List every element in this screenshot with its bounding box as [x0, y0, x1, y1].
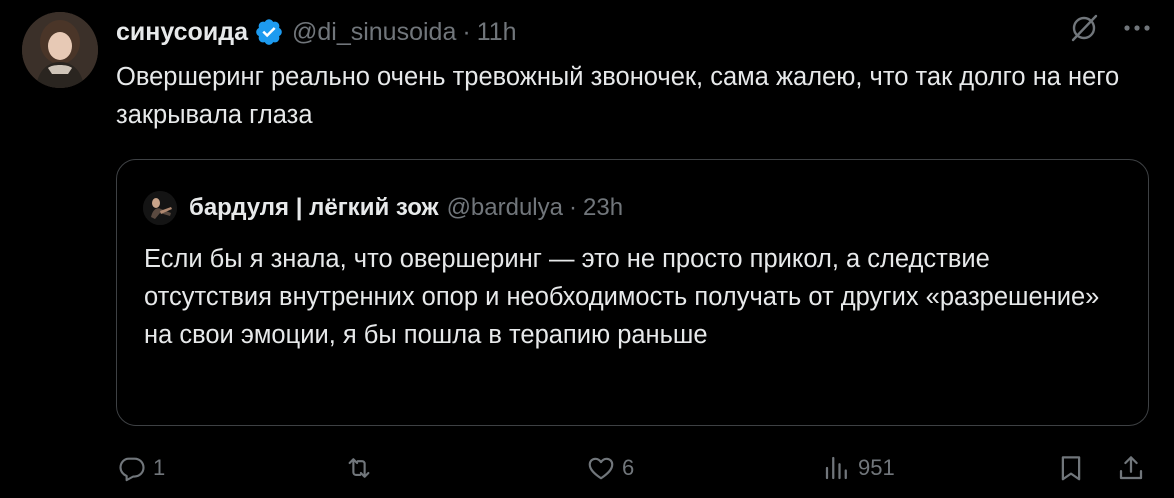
like-count: 6 [622, 455, 635, 480]
quoted-separator: · [569, 194, 577, 221]
reply-icon [117, 453, 147, 483]
author-avatar[interactable] [22, 12, 98, 88]
grok-icon[interactable] [1068, 12, 1100, 44]
views-chart-icon [822, 453, 852, 483]
header-actions [1068, 12, 1152, 44]
quoted-tweet[interactable]: бардуля | лёгкий зож @bardulya · 23h Есл… [116, 159, 1149, 426]
repost-button[interactable] [343, 448, 381, 488]
tweet-post[interactable]: синусоида @di_sinusoida · 11h Овершеринг [0, 0, 1174, 498]
verified-badge-icon[interactable] [254, 17, 284, 47]
quoted-header: бардуля | лёгкий зож @bardulya · 23h [143, 190, 623, 226]
bookmark-button[interactable] [1056, 448, 1086, 488]
repost-icon [343, 453, 375, 483]
views-count: 951 [858, 455, 895, 480]
author-display-name[interactable]: синусоида [116, 18, 248, 47]
views-button[interactable]: 951 [822, 448, 895, 488]
tweet-text: Овершеринг реально очень тревожный звоно… [116, 63, 1120, 129]
reply-count: 1 [153, 455, 166, 480]
heart-icon [586, 453, 616, 483]
action-bar: 1 6 951 [0, 448, 1174, 488]
more-dots-icon[interactable] [1122, 12, 1152, 44]
quoted-time[interactable]: 23h [583, 194, 623, 222]
reply-button[interactable]: 1 [117, 448, 165, 488]
post-time[interactable]: 11h [477, 18, 517, 47]
share-button[interactable] [1116, 448, 1146, 488]
bookmark-icon [1056, 453, 1086, 483]
quoted-text: Если бы я знала, что овершеринг — это не… [144, 245, 1100, 349]
like-button[interactable]: 6 [586, 448, 634, 488]
post-header: синусоида @di_sinusoida · 11h [116, 14, 517, 50]
quoted-avatar[interactable] [143, 191, 177, 225]
quoted-handle[interactable]: @bardulya [447, 194, 563, 222]
author-handle[interactable]: @di_sinusoida [292, 18, 456, 47]
quoted-display-name[interactable]: бардуля | лёгкий зож [189, 194, 439, 222]
share-icon [1116, 453, 1146, 483]
header-separator: · [462, 17, 471, 46]
